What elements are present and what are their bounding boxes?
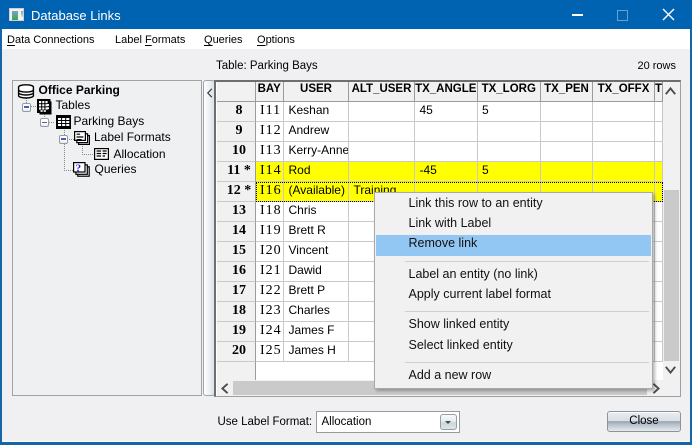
svg-text:?: ?: [76, 162, 82, 174]
